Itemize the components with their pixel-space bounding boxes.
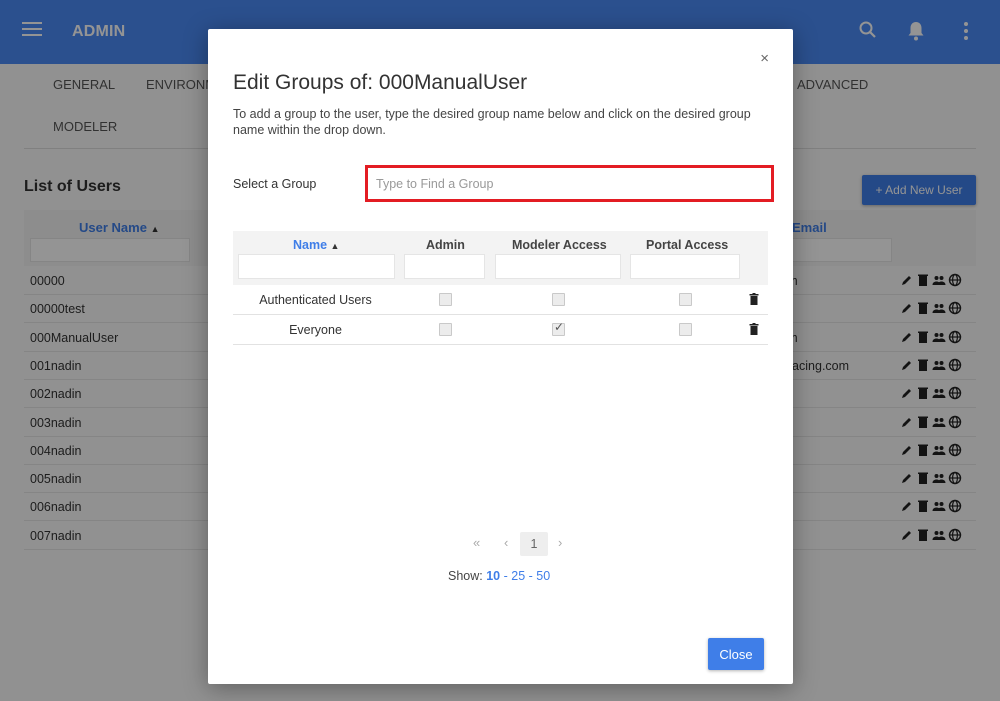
close-icon[interactable]: ×	[760, 51, 769, 66]
column-modeler-access[interactable]: Modeler Access	[512, 238, 607, 252]
page-size-50[interactable]: 50	[536, 569, 550, 583]
admin-checkbox[interactable]	[439, 293, 452, 306]
group-name-cell: Everyone	[289, 323, 342, 337]
groups-table: Name ▲ Admin Modeler Access Portal Acces…	[233, 231, 768, 345]
groups-table-body: Authenticated Users Everyone ✓	[233, 285, 768, 345]
edit-groups-dialog: × Edit Groups of: 000ManualUser To add a…	[208, 29, 793, 684]
page-size-10[interactable]: 10	[486, 569, 500, 583]
group-name-cell: Authenticated Users	[259, 293, 372, 307]
select-group-label: Select a Group	[233, 177, 317, 191]
dialog-title: Edit Groups of: 000ManualUser	[233, 71, 528, 94]
name-filter-input[interactable]	[238, 254, 395, 279]
column-name[interactable]: Name ▲	[293, 238, 339, 252]
remove-group-icon[interactable]	[749, 293, 759, 306]
modeler-filter-input[interactable]	[495, 254, 621, 279]
modeler-access-checkbox[interactable]: ✓	[552, 320, 565, 336]
first-page-icon[interactable]: «	[473, 535, 480, 550]
page-size-selector: Show: 10 - 25 - 50	[448, 569, 551, 583]
checkmark-icon: ✓	[554, 320, 565, 334]
group-search-input[interactable]	[368, 168, 771, 199]
groups-table-header: Name ▲ Admin Modeler Access Portal Acces…	[233, 231, 768, 285]
current-page[interactable]: 1	[520, 532, 548, 556]
close-button[interactable]: Close	[708, 638, 764, 670]
show-label: Show:	[448, 569, 483, 583]
next-page-icon[interactable]: ›	[558, 535, 562, 550]
modeler-access-checkbox[interactable]	[552, 293, 565, 306]
page-size-25[interactable]: 25	[511, 569, 525, 583]
portal-access-checkbox[interactable]	[679, 323, 692, 336]
column-portal-access[interactable]: Portal Access	[646, 238, 728, 252]
pagination: « ‹ 1 ›	[208, 529, 793, 559]
remove-group-icon[interactable]	[749, 323, 759, 336]
admin-filter-input[interactable]	[404, 254, 485, 279]
prev-page-icon[interactable]: ‹	[504, 535, 508, 550]
group-row: Everyone ✓	[233, 315, 768, 345]
portal-filter-input[interactable]	[630, 254, 740, 279]
group-search-highlight	[365, 165, 774, 202]
portal-access-checkbox[interactable]	[679, 293, 692, 306]
admin-checkbox[interactable]	[439, 323, 452, 336]
column-admin[interactable]: Admin	[426, 238, 465, 252]
dialog-description: To add a group to the user, type the des…	[233, 107, 751, 137]
group-row: Authenticated Users	[233, 285, 768, 315]
